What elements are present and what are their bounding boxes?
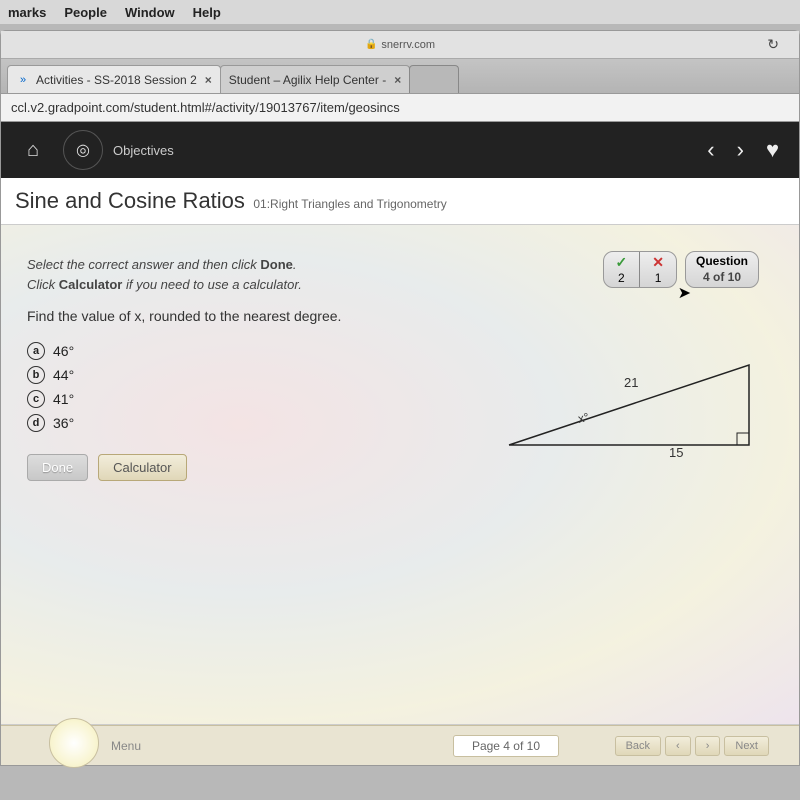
prev-icon[interactable]: ‹ [707,137,714,163]
page-indicator: Page 4 of 10 [453,735,559,757]
choice-text: 41° [53,391,74,407]
question-position: Question 4 of 10 [685,251,759,288]
menu-item[interactable]: Window [125,5,175,20]
url-bar[interactable]: ccl.v2.gradpoint.com/student.html#/activ… [1,93,799,122]
tab-strip: » Activities - SS-2018 Session 2 × Stude… [1,59,799,93]
app-nav: ⌂ ◎ Objectives ‹ › ♥ [1,122,799,178]
new-tab-button[interactable] [409,65,459,93]
next-button[interactable]: Next [724,736,769,756]
os-menubar: marks People Window Help [0,0,800,24]
choice-marker: a [27,342,45,360]
menu-item[interactable]: People [64,5,107,20]
heart-icon[interactable]: ♥ [766,137,779,163]
choice-marker: d [27,414,45,432]
background-window-titlebar: 🔒 snerrv.com ↻ [1,31,799,59]
next-page-button[interactable]: › [695,736,721,756]
cross-icon: ✕ [652,254,664,271]
menu-item[interactable]: marks [8,5,46,20]
mouse-cursor-icon: ➤ [678,283,691,303]
menu-label[interactable]: Menu [111,739,141,753]
browser-window: 🔒 snerrv.com ↻ » Activities - SS-2018 Se… [0,30,800,766]
tab-help-center[interactable]: Student – Agilix Help Center - × [220,65,410,93]
base-label: 15 [669,445,683,460]
done-button[interactable]: Done [27,454,88,481]
page-header: Sine and Cosine Ratios 01:Right Triangle… [1,178,799,225]
url-text: ccl.v2.gradpoint.com/student.html#/activ… [11,100,400,115]
footer-bar: Menu Page 4 of 10 Back ‹ › Next [1,725,799,765]
close-icon[interactable]: × [205,73,212,87]
choice-text: 36° [53,415,74,431]
score-pill: ✓ 2 ✕ 1 [603,251,677,288]
question-text: Find the value of x, rounded to the near… [27,308,773,324]
check-icon: ✓ [616,254,628,271]
objectives-icon[interactable]: ◎ [63,130,103,170]
content-area: Select the correct answer and then click… [1,225,799,725]
choice-marker: c [27,390,45,408]
page-subtitle: 01:Right Triangles and Trigonometry [253,197,446,211]
choice-text: 44° [53,367,74,383]
tab-activities[interactable]: » Activities - SS-2018 Session 2 × [7,65,221,93]
next-icon[interactable]: › [737,137,744,163]
menu-item[interactable]: Help [193,5,221,20]
favicon-icon: » [16,73,30,87]
triangle-figure: x° 21 15 [499,345,759,465]
svg-text:x°: x° [577,410,591,426]
home-icon[interactable]: ⌂ [13,130,53,170]
tab-title: Student – Agilix Help Center - [229,73,386,87]
prev-page-button[interactable]: ‹ [665,736,691,756]
calculator-button[interactable]: Calculator [98,454,187,481]
objectives-label: Objectives [113,143,174,158]
tab-title: Activities - SS-2018 Session 2 [36,73,197,87]
choice-text: 46° [53,343,74,359]
choice-marker: b [27,366,45,384]
background-domain: snerrv.com [381,39,435,51]
correct-count: 2 [616,271,628,285]
hypotenuse-label: 21 [624,375,638,390]
wrong-count: 1 [652,271,664,285]
footer-nav: Back ‹ › Next [615,736,769,756]
reload-icon[interactable]: ↻ [767,36,779,53]
page-title: Sine and Cosine Ratios [15,188,245,213]
lock-icon: 🔒 [365,39,377,50]
close-icon[interactable]: × [394,73,401,87]
back-button[interactable]: Back [615,736,661,756]
footer-logo-icon[interactable] [49,718,99,768]
